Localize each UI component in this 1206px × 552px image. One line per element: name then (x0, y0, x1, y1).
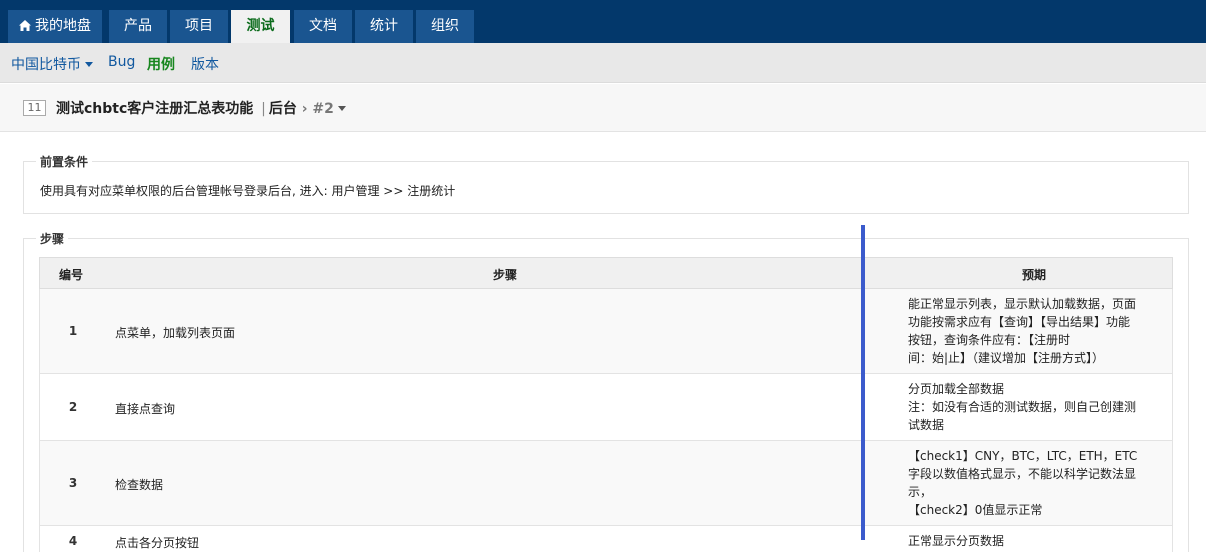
case-module: 后台 (268, 101, 297, 117)
version-switcher[interactable]: › #2 (302, 101, 346, 117)
row-num: 1 (68, 324, 78, 338)
expect-line: 能正常显示列表，显示默认加载数据，页面 (908, 297, 1137, 311)
row-step: 点击各分页按钮 (115, 536, 200, 550)
table-row: 3 检查数据 【check1】CNY，BTC，LTC，ETH，ETC 字段以数值… (39, 441, 1173, 526)
chevron-down-icon (337, 106, 346, 111)
header-num: 编号 (59, 268, 84, 282)
row-expect: 【check1】CNY，BTC，LTC，ETH，ETC 字段以数值格式显示，不能… (908, 447, 1160, 519)
subnav-bug[interactable]: Bug (108, 54, 135, 70)
header-step: 步骤 (493, 268, 518, 282)
row-step: 检查数据 (115, 478, 164, 492)
tab-report[interactable]: 统计 (355, 10, 413, 43)
expect-line: 按钮，查询条件应有：【注册时 (908, 333, 1071, 347)
table-row: 4 点击各分页按钮 正常显示分页数据 (39, 526, 1173, 552)
row-expect: 能正常显示列表，显示默认加载数据，页面 功能按需求应有【查询】【导出结果】功能 … (908, 295, 1160, 367)
expect-line: 间：始|止】（建议增加【注册方式】） (908, 351, 1105, 365)
expect-line: 注：如没有合适的测试数据，则自己创建测 (908, 400, 1137, 414)
subnav-cases[interactable]: 用例 (147, 54, 175, 74)
expect-line: 【check2】0值显示正常 (908, 503, 1043, 517)
top-nav: 我的地盘 产品 项目 测试 文档 统计 组织 (0, 0, 1206, 43)
expect-line: 试数据 (908, 418, 945, 432)
case-id-badge: 11 (23, 100, 46, 116)
steps-legend: 步骤 (36, 230, 69, 247)
expect-line: 功能按需求应有【查询】【导出结果】功能 (908, 315, 1131, 329)
expect-line: 示， (908, 485, 933, 499)
row-num: 3 (68, 476, 78, 490)
tab-product[interactable]: 产品 (109, 10, 167, 43)
row-num: 4 (68, 534, 78, 548)
expect-line: 字段以数值格式显示，不能以科学记数法显 (908, 467, 1137, 481)
row-expect: 分页加载全部数据 注：如没有合适的测试数据，则自己创建测 试数据 (908, 380, 1160, 434)
product-name: 中国比特币 (11, 57, 81, 73)
case-title-bar: 11 测试chbtc客户注册汇总表功能 | 后台 › #2 (0, 84, 1206, 132)
row-num: 2 (68, 400, 78, 414)
product-switcher[interactable]: 中国比特币 (11, 54, 93, 74)
header-expect: 预期 (1022, 268, 1047, 282)
title-separator: | (261, 101, 266, 117)
tab-test[interactable]: 测试 (231, 10, 290, 43)
tab-project[interactable]: 项目 (170, 10, 228, 43)
precondition-legend: 前置条件 (36, 153, 93, 170)
tab-doc[interactable]: 文档 (294, 10, 352, 43)
case-title-text: 测试chbtc客户注册汇总表功能 (56, 101, 254, 117)
page-title: 测试chbtc客户注册汇总表功能 | 后台 › #2 (56, 98, 346, 118)
table-row: 1 点菜单，加载列表页面 能正常显示列表，显示默认加载数据，页面 功能按需求应有… (39, 289, 1173, 374)
sub-nav: 中国比特币 Bug 用例 版本 (0, 43, 1206, 83)
row-step: 直接点查询 (115, 402, 176, 416)
home-icon (19, 20, 31, 31)
tab-label: 我的地盘 (35, 18, 91, 34)
expect-line: 正常显示分页数据 (908, 534, 1005, 548)
expect-line: 分页加载全部数据 (908, 382, 1005, 396)
subnav-build[interactable]: 版本 (191, 54, 219, 74)
tab-company[interactable]: 组织 (416, 10, 474, 43)
steps-table-header: 编号 步骤 预期 (39, 257, 1173, 289)
version-label: #2 (312, 101, 334, 117)
tab-my-home[interactable]: 我的地盘 (8, 10, 102, 43)
row-step: 点菜单，加载列表页面 (115, 326, 236, 340)
expect-line: 【check1】CNY，BTC，LTC，ETH，ETC (908, 449, 1138, 463)
precondition-text: 使用具有对应菜单权限的后台管理帐号登录后台, 进入: 用户管理 >> 注册统计 (40, 184, 456, 198)
chevron-down-icon (85, 62, 93, 67)
table-row: 2 直接点查询 分页加载全部数据 注：如没有合适的测试数据，则自己创建测 试数据 (39, 374, 1173, 441)
annotation-line (861, 225, 865, 540)
row-expect: 正常显示分页数据 (908, 532, 1160, 550)
